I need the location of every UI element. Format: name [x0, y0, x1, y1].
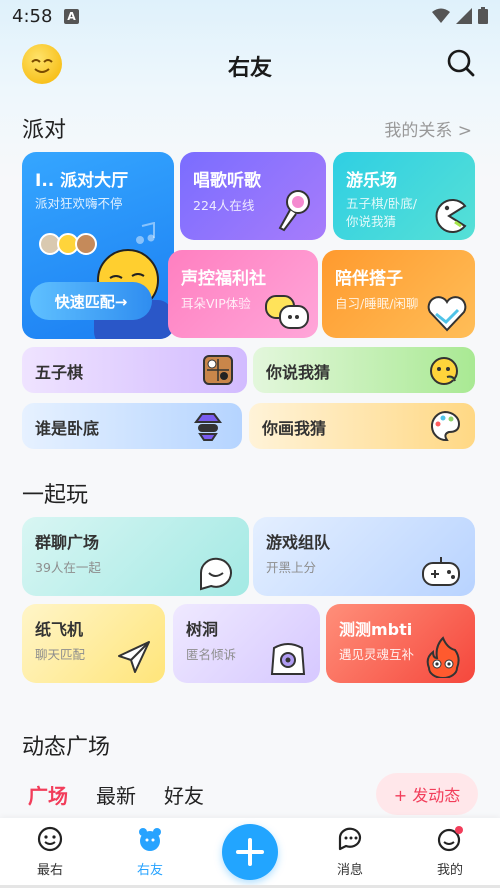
nav-item-me[interactable]: 我的 — [420, 826, 480, 878]
partner-card[interactable]: 陪伴搭子 自习/睡眠/闲聊 — [322, 250, 475, 338]
guessing-face-icon — [430, 357, 458, 385]
profile-nav-icon — [437, 826, 463, 852]
go-board-icon — [203, 355, 233, 385]
party-section-title: 派对 — [22, 118, 67, 143]
gomoku-label: 五子棋 — [35, 363, 84, 382]
paper-plane-icon — [118, 641, 150, 673]
wifi-icon — [432, 8, 450, 23]
status-bar: 4:58 A — [0, 0, 500, 36]
music-note-icon — [136, 222, 155, 244]
paper-plane-card[interactable]: 纸飞机 聊天匹配 — [22, 604, 165, 683]
treehole-subtitle: 匿名倾诉 — [186, 647, 237, 662]
treehole-card[interactable]: 树洞 匿名倾诉 — [173, 604, 320, 683]
nav-label-me: 我的 — [436, 863, 463, 878]
who-is-undercover-button[interactable]: 谁是卧底 — [22, 403, 242, 449]
game-team-title: 游戏组队 — [266, 533, 331, 552]
amusement-card[interactable]: 游乐场 五子棋/卧底/ 你说我猜 — [333, 152, 475, 240]
play-section-title: 一起玩 — [22, 483, 89, 508]
mbti-title: 测测mbti — [339, 620, 413, 639]
gamepad-icon — [422, 557, 460, 586]
feed-section-title: 动态广场 — [22, 735, 111, 760]
you-draw-i-guess-label: 你画我猜 — [262, 419, 327, 438]
message-nav-icon — [338, 827, 362, 851]
paper-plane-subtitle: 聊天匹配 — [35, 647, 86, 662]
status-time: 4:58 — [12, 6, 53, 27]
group-chat-card[interactable]: 群聊广场 39人在一起 — [22, 517, 249, 596]
pacman-icon — [435, 199, 467, 233]
mbti-test-card[interactable]: 测测mbti 遇见灵魂互补 — [326, 604, 475, 683]
post-moment-button[interactable]: + 发动态 — [376, 773, 478, 815]
create-button[interactable] — [222, 824, 278, 880]
amusement-title: 游乐场 — [346, 171, 397, 191]
my-relations-link[interactable]: 我的关系 > — [384, 116, 472, 141]
bottom-nav: 最右 右友 消息 我的 — [0, 818, 500, 888]
treehole-title: 树洞 — [186, 620, 219, 639]
quick-match-button[interactable]: 快速匹配→ — [30, 282, 152, 320]
tab-latest[interactable]: 最新 — [96, 780, 136, 809]
who-is-undercover-label: 谁是卧底 — [35, 419, 100, 438]
palette-icon — [430, 410, 461, 442]
chat-bubbles-icon — [265, 295, 309, 329]
game-team-card[interactable]: 游戏组队 开黑上分 — [253, 517, 475, 596]
sing-card[interactable]: 唱歌听歌 224人在线 — [180, 152, 326, 240]
nav-label-messages: 消息 — [336, 863, 363, 878]
tree-hole-icon — [270, 643, 306, 675]
partner-subtitle: 自习/睡眠/闲聊 — [335, 296, 419, 311]
post-moment-label: + 发动态 — [393, 786, 461, 805]
nav-label-zuiyou: 最右 — [36, 863, 63, 878]
quick-match-label: 快速匹配→ — [54, 292, 128, 311]
notification-dot — [455, 826, 463, 834]
battery-icon — [478, 7, 488, 24]
sing-title: 唱歌听歌 — [193, 171, 261, 191]
heart-handshake-icon — [427, 296, 467, 332]
group-chat-subtitle: 39人在一起 — [35, 560, 101, 575]
status-icons — [432, 7, 488, 24]
microphone-icon — [278, 190, 310, 232]
search-button[interactable] — [446, 48, 476, 78]
tab-friends[interactable]: 好友 — [164, 780, 204, 809]
party-hall-subtitle: 派对狂欢嗨不停 — [35, 196, 123, 211]
gomoku-button[interactable]: 五子棋 — [22, 347, 247, 393]
search-icon — [447, 49, 475, 77]
game-team-subtitle: 开黑上分 — [266, 560, 317, 575]
amusement-subtitle-2: 你说我猜 — [346, 214, 397, 229]
spy-icon — [194, 413, 222, 441]
notification-app-icon: A — [64, 9, 79, 24]
smiley-nav-icon — [37, 826, 63, 852]
nav-item-zuiyou[interactable]: 最右 — [20, 826, 80, 878]
paper-plane-title: 纸飞机 — [35, 620, 84, 639]
flame-face-icon — [426, 636, 460, 678]
chat-bubble-icon — [199, 557, 232, 591]
plus-icon — [236, 838, 264, 866]
you-say-i-guess-button[interactable]: 你说我猜 — [253, 347, 475, 393]
partner-title: 陪伴搭子 — [335, 269, 403, 289]
voice-title: 声控福利社 — [181, 269, 266, 289]
feed-tabs: 广场 最新 好友 — [28, 780, 204, 809]
sing-subtitle: 224人在线 — [193, 198, 255, 213]
tab-square[interactable]: 广场 — [28, 780, 68, 809]
amusement-subtitle-1: 五子棋/卧底/ — [346, 196, 417, 211]
nav-item-youyou[interactable]: 右友 — [120, 826, 180, 878]
voice-subtitle: 耳朵VIP体验 — [181, 296, 251, 311]
mbti-subtitle: 遇见灵魂互补 — [339, 647, 415, 662]
you-say-i-guess-label: 你说我猜 — [266, 363, 331, 382]
header: 右友 — [0, 44, 500, 88]
party-hall-title: I.. 派对大厅 — [35, 171, 129, 191]
you-draw-i-guess-button[interactable]: 你画我猜 — [249, 403, 475, 449]
group-chat-title: 群聊广场 — [35, 533, 100, 552]
party-hall-card[interactable]: I.. 派对大厅 派对狂欢嗨不停 快速匹配→ — [22, 152, 174, 339]
page-title: 右友 — [227, 56, 272, 81]
signal-icon — [456, 7, 472, 24]
nav-label-youyou: 右友 — [136, 863, 163, 878]
friends-nav-icon — [139, 828, 161, 851]
nav-item-messages[interactable]: 消息 — [320, 826, 380, 878]
voice-welfare-card[interactable]: 声控福利社 耳朵VIP体验 — [168, 250, 318, 338]
